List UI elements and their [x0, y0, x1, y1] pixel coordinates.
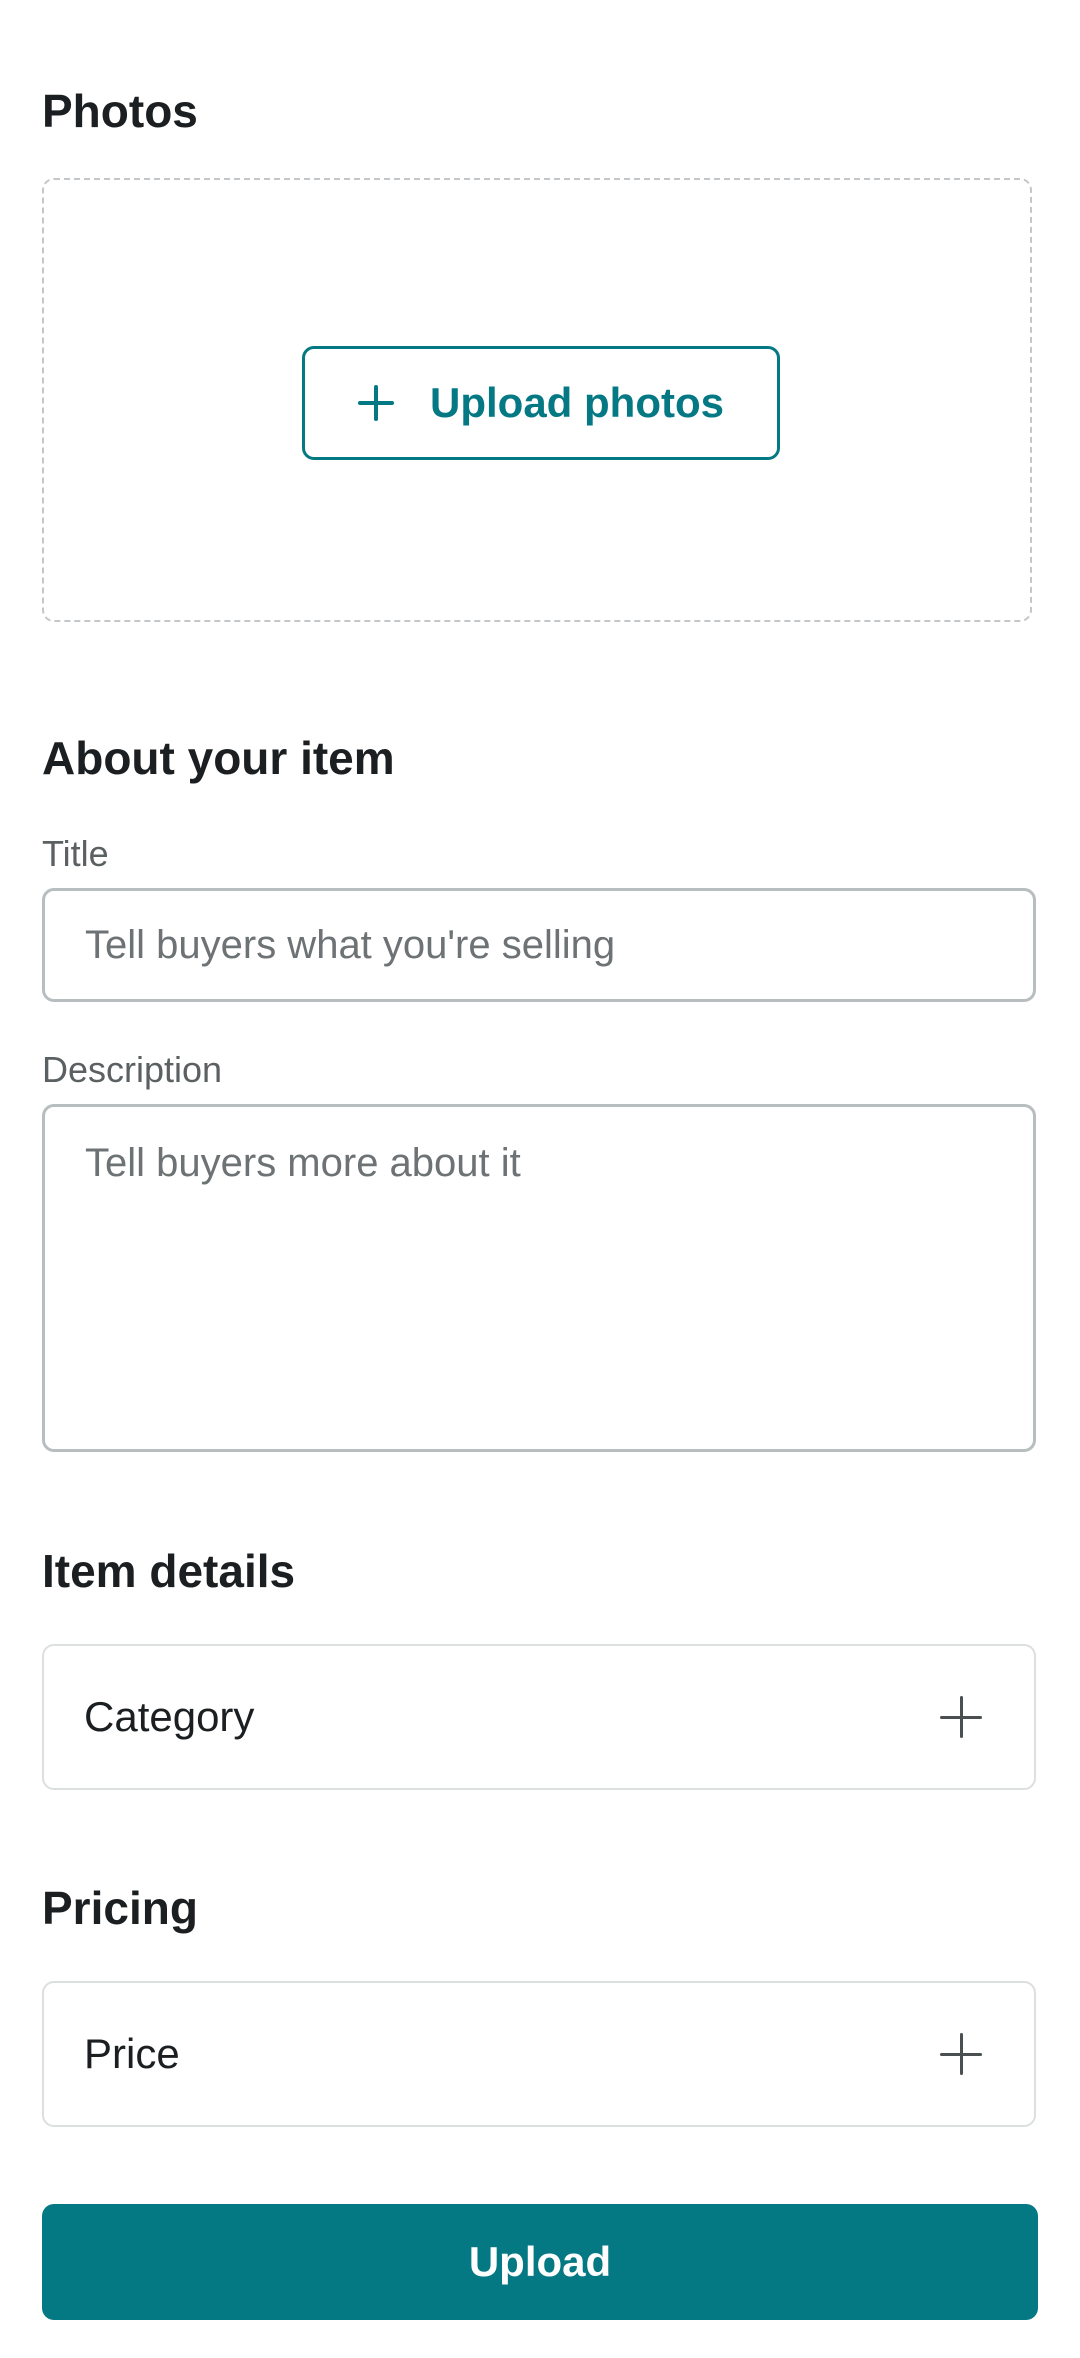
upload-photos-label: Upload photos [430, 379, 724, 426]
category-selector[interactable]: Category [42, 1644, 1036, 1790]
title-label: Title [42, 833, 109, 874]
item-details-heading: Item details [42, 1545, 296, 1597]
description-label: Description [42, 1049, 223, 1090]
title-input[interactable] [42, 888, 1036, 1002]
price-selector[interactable]: Price [42, 1981, 1036, 2127]
about-heading: About your item [42, 732, 395, 784]
plus-icon [940, 2033, 982, 2075]
category-label: Category [84, 1693, 255, 1740]
upload-photos-button[interactable]: Upload photos [302, 346, 780, 460]
plus-icon [358, 385, 395, 421]
description-textarea[interactable] [42, 1104, 1036, 1452]
photos-heading: Photos [42, 85, 198, 137]
plus-icon [940, 1696, 982, 1738]
photo-dropzone[interactable]: Upload photos [42, 178, 1032, 622]
upload-button[interactable]: Upload [42, 2204, 1038, 2320]
pricing-heading: Pricing [42, 1882, 198, 1934]
price-label: Price [84, 2030, 180, 2077]
